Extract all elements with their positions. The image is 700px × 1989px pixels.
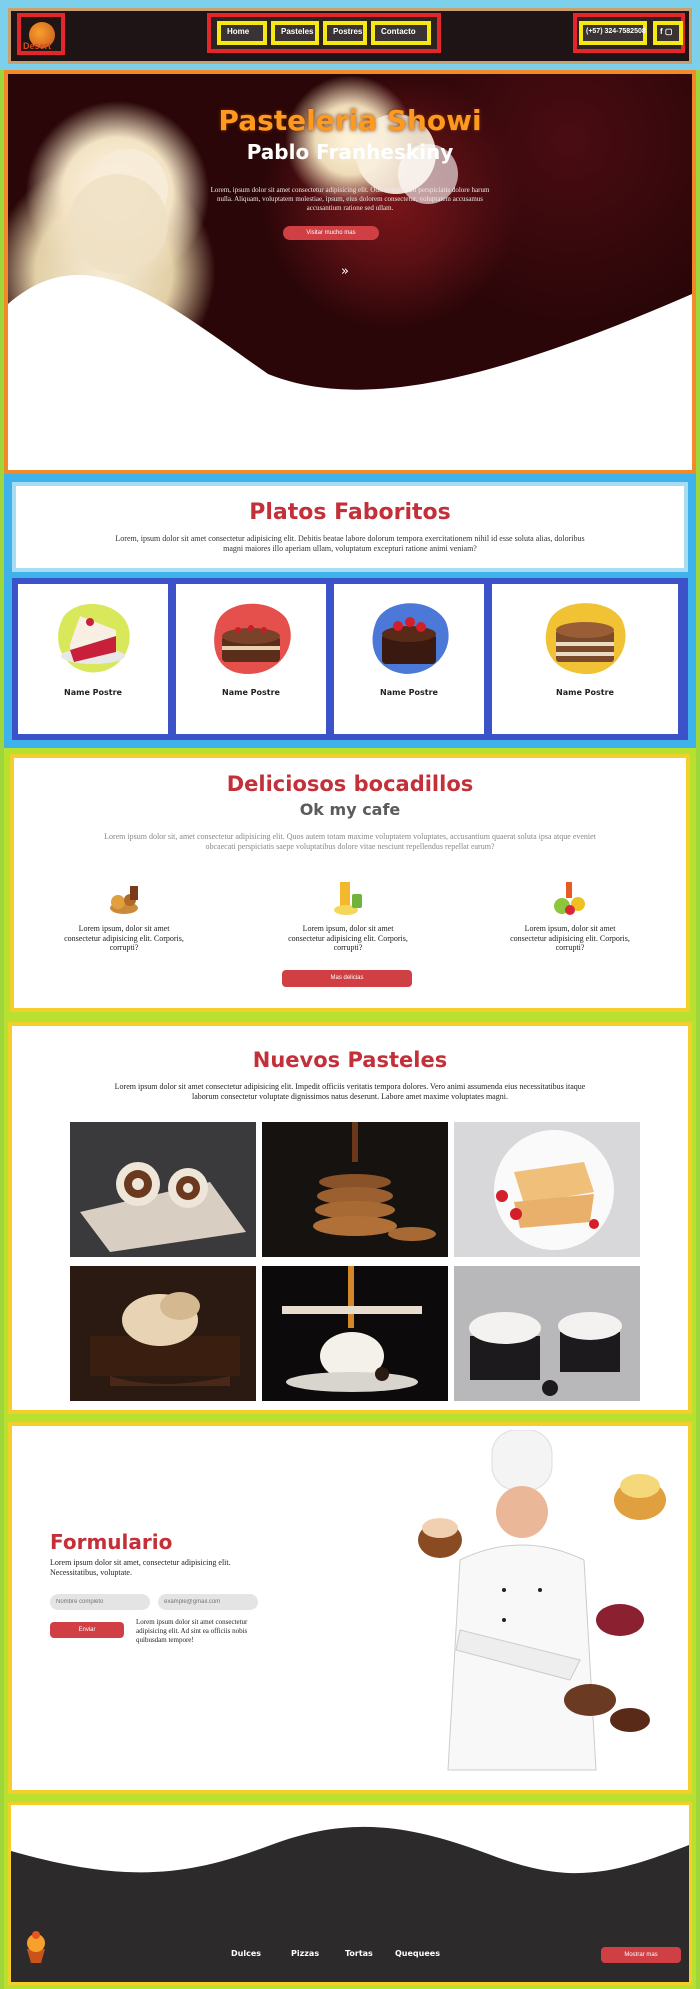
chef-image [418, 1430, 666, 1771]
social-links: f ▢ [653, 21, 683, 45]
caramel-sundae-photo [262, 1266, 448, 1401]
new-cakes-title: Nuevos Pasteles [252, 1048, 448, 1072]
cake-photo[interactable] [70, 1122, 256, 1257]
form-inner: Formulario Lorem ipsum dolor sit amet, c… [8, 1422, 692, 1794]
navbar: Desert Home Pasteles Postres Contacto (+… [0, 0, 700, 70]
snacks-text: Lorem ipsum dolor sit, amet consectetur … [104, 832, 596, 851]
form-note: Lorem ipsum dolor sit amet consectetur a… [136, 1618, 248, 1644]
favorites-section: Platos Faboritos Lorem, ipsum dolor sit … [4, 474, 696, 748]
navbar-inner: Desert Home Pasteles Postres Contacto (+… [8, 8, 692, 64]
hero-inner: Pasteleria Showi Pablo Franheskiny Lorem… [8, 74, 692, 470]
snacks-title: Deliciosos bocadillos [226, 772, 474, 796]
cake-photo[interactable] [262, 1122, 448, 1257]
breakfast-image [110, 886, 138, 914]
more-treats-button[interactable]: Mas delicias [282, 970, 412, 987]
favorite-card-name: Name Postre [64, 688, 122, 697]
nav-link-postres[interactable]: Postres [323, 21, 367, 45]
footer-wave-shape [11, 1805, 689, 1874]
footer: Dulces Pizzas Tortas Quequees Mostrar ma… [4, 1798, 696, 1989]
brownie-ice-cream-photo [70, 1266, 256, 1401]
double-chevron-down-icon[interactable]: » [341, 264, 349, 279]
snacks-section: Deliciosos bocadillos Ok my cafe Lorem i… [4, 748, 696, 1018]
juice-snack-image [334, 882, 362, 915]
favorite-card[interactable]: Name Postre [334, 584, 484, 734]
oreo-cupcakes-photo [454, 1266, 640, 1401]
submit-button[interactable]: Enviar [50, 1622, 124, 1638]
form-text: Lorem ipsum dolor sit amet, consectetur … [50, 1558, 231, 1577]
footer-link-tortas[interactable]: Tortas [345, 1949, 373, 1958]
favorite-card-name: Name Postre [222, 688, 280, 697]
favorites-header-inner: Platos Faboritos Lorem, ipsum dolor sit … [16, 486, 684, 568]
chocolate-cake-image [214, 603, 291, 674]
instagram-icon[interactable]: ▢ [665, 27, 673, 36]
hero-text: Lorem, ipsum dolor sit amet consectetur … [210, 186, 490, 213]
cake-photo[interactable] [70, 1266, 256, 1401]
snack-item-text: Lorem ipsum, dolor sit amet consectetur … [288, 924, 408, 953]
snack-item: Lorem ipsum, dolor sit amet consectetur … [64, 878, 184, 953]
crepes-plate-photo [454, 1122, 640, 1257]
favorites-title: Platos Faboritos [249, 500, 451, 525]
page: Desert Home Pasteles Postres Contacto (+… [0, 0, 700, 1989]
hero-visit-button[interactable]: Visitar mucho mas [283, 226, 379, 240]
favorites-text: Lorem, ipsum dolor sit amet consectetur … [115, 534, 585, 553]
favorite-card[interactable]: Name Postre [18, 584, 168, 734]
snacks-subtitle: Ok my cafe [299, 800, 401, 819]
phone-number[interactable]: (+57) 324-7582508 [579, 21, 647, 45]
facebook-icon[interactable]: f [660, 27, 663, 36]
nav-link-contacto[interactable]: Contacto [371, 21, 431, 45]
new-cakes-text: Lorem ipsum dolor sit amet consectetur a… [114, 1082, 586, 1101]
hero-brand-title: Pasteleria Showi [218, 104, 482, 137]
footer-inner: Dulces Pizzas Tortas Quequees Mostrar ma… [8, 1802, 692, 1985]
favorite-card-name: Name Postre [556, 688, 614, 697]
snack-item-text: Lorem ipsum, dolor sit amet consectetur … [510, 924, 630, 953]
footer-link-quequees[interactable]: Quequees [395, 1949, 440, 1958]
swiss-roll-photo [70, 1122, 256, 1257]
cake-slice-image [58, 603, 130, 673]
logo-text: Desert [23, 41, 52, 51]
cake-photo[interactable] [454, 1122, 640, 1257]
snack-item: Lorem ipsum, dolor sit amet consectetur … [510, 878, 630, 953]
form-section: Formulario Lorem ipsum dolor sit amet, c… [4, 1418, 696, 1798]
new-cakes-inner: Nuevos Pasteles Lorem ipsum dolor sit am… [8, 1022, 692, 1414]
email-input[interactable] [158, 1594, 258, 1610]
new-cakes-section: Nuevos Pasteles Lorem ipsum dolor sit am… [4, 1018, 696, 1418]
favorites-grid: Name Postre Name Postre Name Postre Name… [12, 578, 688, 740]
favorites-header: Platos Faboritos Lorem, ipsum dolor sit … [12, 482, 688, 572]
logo[interactable]: Desert [17, 13, 65, 55]
nav-link-home[interactable]: Home [217, 21, 267, 45]
footer-link-dulces[interactable]: Dulces [231, 1949, 261, 1958]
hero-owner-name: Pablo Franheskiny [246, 140, 454, 164]
form-title: Formulario [50, 1530, 173, 1554]
snack-item: Lorem ipsum, dolor sit amet consectetur … [288, 878, 408, 953]
fruit-snack-image [554, 882, 585, 915]
snack-item-text: Lorem ipsum, dolor sit amet consectetur … [64, 924, 184, 953]
cake-photo[interactable] [454, 1266, 640, 1401]
strawberry-cake-image [372, 603, 449, 674]
favorite-card-name: Name Postre [380, 688, 438, 697]
full-name-input[interactable] [50, 1594, 150, 1610]
cake-photo[interactable] [262, 1266, 448, 1401]
nav-links: Home Pasteles Postres Contacto [207, 13, 441, 53]
nav-link-pasteles[interactable]: Pasteles [271, 21, 319, 45]
favorite-card[interactable]: Name Postre [492, 584, 678, 734]
pancake-stack-photo [262, 1122, 448, 1257]
footer-link-pizzas[interactable]: Pizzas [291, 1949, 319, 1958]
show-more-button[interactable]: Mostrar mas [601, 1947, 681, 1963]
favorite-card[interactable]: Name Postre [176, 584, 326, 734]
footer-logo-icon[interactable] [21, 1929, 51, 1965]
snacks-inner: Deliciosos bocadillos Ok my cafe Lorem i… [10, 754, 690, 1012]
layer-cake-image [545, 603, 626, 675]
nav-contact: (+57) 324-7582508 f ▢ [573, 13, 685, 53]
hero-section: Pasteleria Showi Pablo Franheskiny Lorem… [4, 70, 696, 474]
